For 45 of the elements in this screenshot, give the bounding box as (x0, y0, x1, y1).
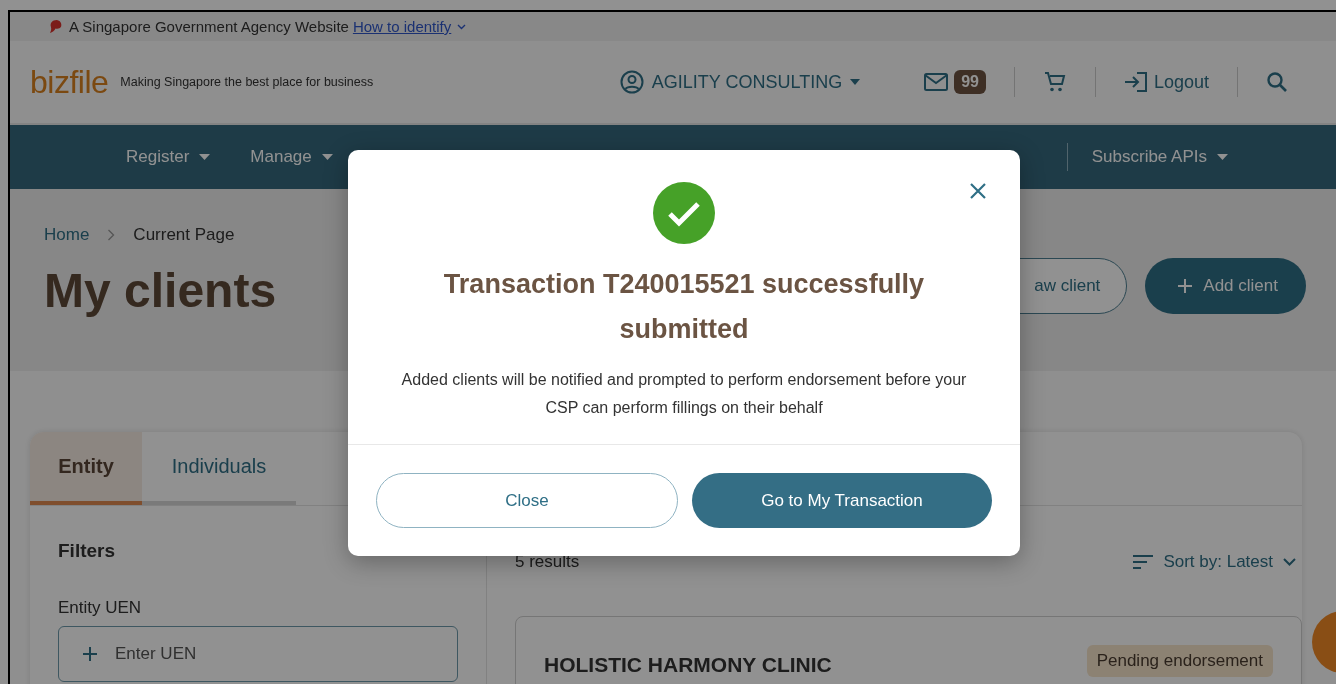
mail-button[interactable]: 99 (924, 70, 986, 94)
user-icon (619, 70, 644, 94)
logo[interactable]: bizfile (30, 63, 109, 101)
caret-icon (850, 79, 861, 85)
sort-lines-icon (1133, 555, 1154, 569)
envelope-icon (924, 73, 949, 91)
page-title: My clients (44, 263, 277, 318)
dialog-title: Transaction T240015521 successfully submitted (442, 268, 926, 346)
status-badge: Pending endorsement (1086, 645, 1273, 677)
caret-icon (199, 154, 211, 160)
nav-menu-item[interactable]: Manage (250, 147, 333, 167)
search-icon[interactable] (1266, 71, 1288, 93)
breadcrumb-current: Current Page (133, 225, 235, 245)
mail-count-badge: 99 (954, 70, 986, 94)
go-to-transaction-button[interactable]: Go to My Transaction (692, 473, 992, 528)
close-button[interactable]: Close (376, 473, 678, 528)
success-check-icon (653, 182, 715, 244)
caret-icon (1217, 154, 1228, 160)
chevron-down-icon (457, 23, 467, 30)
sort-dropdown[interactable]: Sort by: Latest (1133, 552, 1296, 572)
account-menu[interactable]: AGILITY CONSULTING (619, 70, 861, 94)
client-name: HOLISTIC HARMONY CLINIC (544, 653, 832, 677)
nav-menu-item[interactable]: Register (126, 147, 211, 167)
cart-icon[interactable] (1042, 70, 1067, 94)
nav-menu-item[interactable]: Subscribe APIs (1091, 147, 1228, 167)
plus-icon (1177, 277, 1194, 294)
add-client-button[interactable]: Add client (1145, 257, 1306, 314)
breadcrumb-link[interactable]: Home (44, 225, 90, 245)
uen-input-field[interactable]: Enter UEN (58, 626, 458, 682)
chevron-down-icon (1283, 558, 1296, 566)
logout-button[interactable]: Logout (1123, 71, 1209, 93)
tab[interactable]: Individuals (142, 432, 296, 505)
plus-icon (82, 646, 98, 662)
dialog-message: Added clients will be notified and prompted to perform endorsement before your CSP can perform fillings on their behalf (400, 370, 968, 418)
sign-in-arrow-icon (1123, 71, 1148, 93)
tagline: Making Singapore the best place for business (120, 75, 374, 89)
filters-heading: Filters (58, 540, 117, 562)
client-card[interactable]: HOLISTIC HARMONY CLINIC Pending endorsement (515, 616, 1302, 684)
caret-icon (321, 154, 333, 160)
tab[interactable]: Entity (30, 432, 142, 505)
field-label: Entity UEN (58, 598, 143, 618)
masthead-text: A Singapore Government Agency Website (69, 18, 349, 35)
chevron-right-icon (107, 229, 116, 241)
how-to-identify-link[interactable]: How to identify (352, 18, 452, 35)
close-icon[interactable] (969, 182, 987, 200)
